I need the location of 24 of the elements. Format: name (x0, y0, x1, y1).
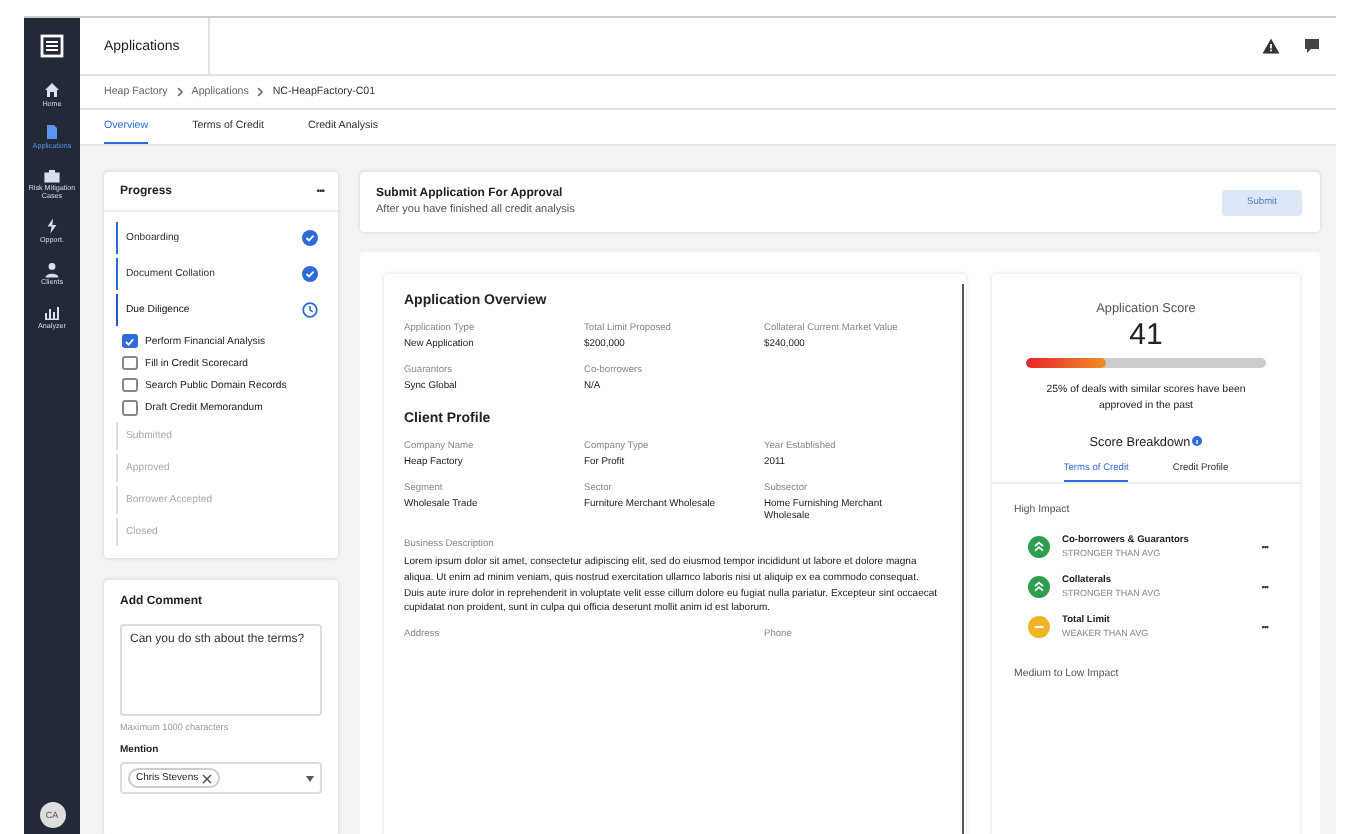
checkbox[interactable] (122, 333, 137, 349)
logo-icon (40, 34, 64, 58)
scrollbar[interactable] (961, 284, 964, 834)
check-icon (124, 335, 135, 348)
info-icon[interactable] (1192, 435, 1203, 446)
clock-icon (302, 302, 318, 318)
close-icon[interactable] (202, 773, 213, 784)
briefcase-icon (44, 167, 60, 184)
chat-icon[interactable] (1304, 38, 1320, 54)
person-icon (44, 261, 60, 278)
chart-icon (44, 304, 60, 321)
home-icon (44, 82, 60, 98)
check-circle-icon (302, 266, 318, 282)
check-circle-icon (302, 230, 318, 246)
checkbox[interactable] (122, 377, 137, 393)
lightning-icon (44, 218, 60, 235)
checkbox[interactable] (122, 400, 137, 416)
warning-icon[interactable] (1262, 38, 1280, 54)
caret-icon (306, 775, 314, 782)
document-icon (44, 124, 60, 141)
chevron-icon (175, 86, 184, 98)
chevron-icon (256, 86, 265, 98)
score-value: 41 (1129, 318, 1163, 352)
checkbox[interactable] (122, 355, 137, 371)
